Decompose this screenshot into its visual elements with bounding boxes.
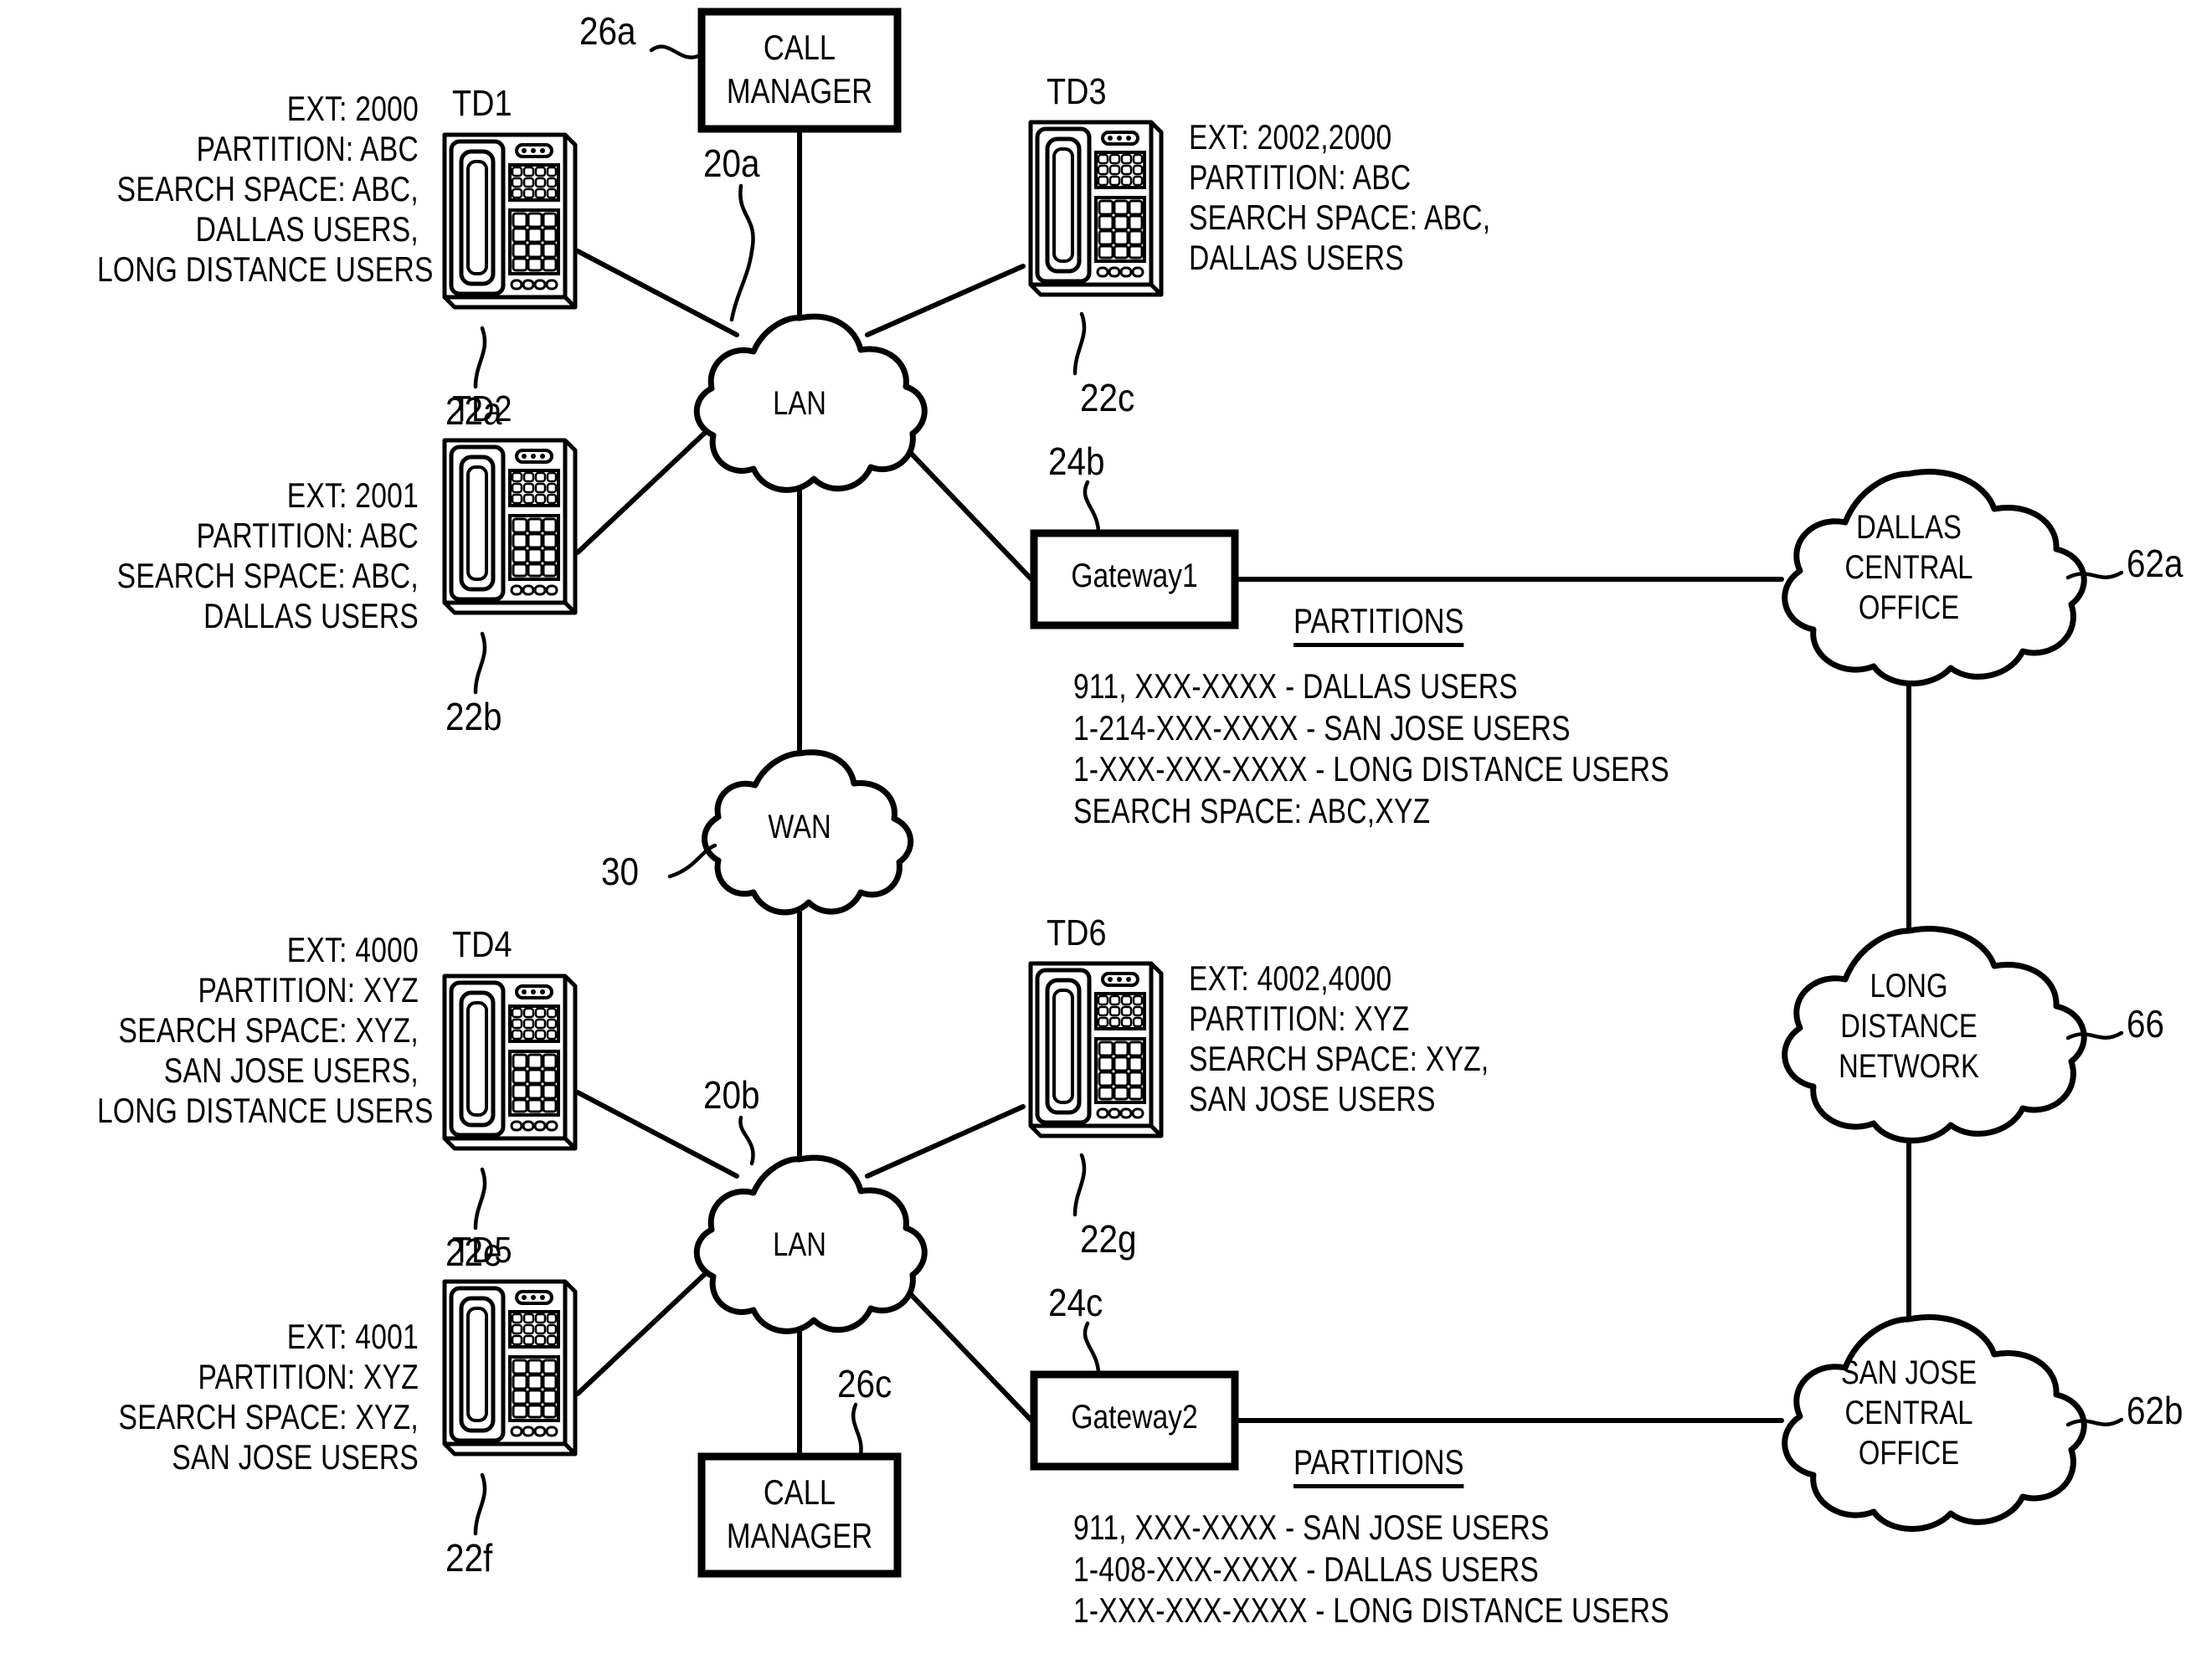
td1-info-line-4: LONG DISTANCE USERS: [97, 249, 434, 289]
td2-info-line-3: DALLAS USERS: [203, 595, 419, 635]
td1-name-label: TD1: [452, 83, 512, 124]
td2-info-line-2: SEARCH SPACE: ABC,: [116, 555, 419, 595]
td6-info-line-0: EXT: 4002,4000: [1189, 958, 1392, 998]
sanjose-co-line1: SAN JOSE: [1840, 1354, 1978, 1391]
td3-info-line-3: DALLAS USERS: [1189, 237, 1404, 277]
gateway2-label[interactable]: Gateway2: [1050, 1400, 1219, 1434]
ref-20a: 20a: [703, 141, 760, 185]
ref-66: 66: [2127, 1002, 2165, 1046]
td4-info-line-4: LONG DISTANCE USERS: [97, 1090, 434, 1130]
long-distance-line3: NETWORK: [1839, 1048, 1979, 1085]
td3-phone-icon: [1031, 122, 1161, 295]
gateway1-partitions-title: PARTITIONS: [1294, 601, 1464, 647]
td2-name-label: TD2: [452, 388, 512, 429]
td2-info-line-0: EXT: 2001: [286, 475, 419, 515]
td2-info-line-1: PARTITION: ABC: [196, 515, 419, 555]
ref-62b: 62b: [2127, 1389, 2183, 1432]
gateway1-label[interactable]: Gateway1: [1050, 559, 1219, 593]
td1-info-line-1: PARTITION: ABC: [196, 128, 419, 168]
gateway2-partitions-rows: 911, XXX-XXXX - SAN JOSE USERS 1-408-XXX…: [1073, 1507, 2078, 1631]
td6-info-line-1: PARTITION: XYZ: [1189, 998, 1410, 1038]
gateway2-partition-row-1: 1-408-XXX-XXXX - DALLAS USERS: [1073, 1549, 1539, 1589]
td5-info-line-2: SEARCH SPACE: XYZ,: [118, 1396, 419, 1436]
call-manager-bottom-label-line1: CALL: [763, 1472, 836, 1512]
sanjose-co-line2: CENTRAL: [1844, 1395, 1973, 1431]
td3-info-line-2: SEARCH SPACE: ABC,: [1189, 197, 1491, 237]
td2-phone-icon: [445, 440, 575, 613]
td1-info-line-3: DALLAS USERS,: [195, 208, 419, 249]
gateway2-partition-row-0: 911, XXX-XXXX - SAN JOSE USERS: [1073, 1508, 1550, 1547]
ref-22b: 22b: [445, 695, 502, 738]
ref-30: 30: [601, 850, 640, 893]
ref-62a: 62a: [2127, 542, 2183, 585]
dallas-co-line2: CENTRAL: [1844, 549, 1973, 586]
td4-info-line-1: PARTITION: XYZ: [198, 969, 419, 1010]
lan-top-label: LAN: [773, 385, 826, 422]
td4-name-label: TD4: [452, 924, 512, 965]
td3-info-line-1: PARTITION: ABC: [1189, 157, 1412, 197]
td1-info: EXT: 2000 PARTITION: ABC SEARCH SPACE: A…: [17, 89, 434, 289]
ref-24c: 24c: [1048, 1281, 1103, 1324]
call-manager-top-label-line2: MANAGER: [726, 71, 873, 110]
wan-label: WAN: [768, 809, 831, 845]
patent-figure: CALL MANAGER 26a CALL MANAGER 26c LAN 20…: [0, 0, 2191, 1680]
td3-name-label: TD3: [1047, 71, 1107, 112]
gateway2-partition-row-2: 1-XXX-XXX-XXXX - LONG DISTANCE USERS: [1073, 1590, 1669, 1631]
ref-24b: 24b: [1048, 439, 1105, 483]
call-manager-top-label-line1: CALL: [763, 28, 836, 67]
gateway2-partitions-title: PARTITIONS: [1294, 1442, 1464, 1488]
td5-name-label: TD5: [452, 1230, 512, 1271]
td6-info: EXT: 4002,4000 PARTITION: XYZ SEARCH SPA…: [1189, 958, 1825, 1119]
td1-info-line-2: SEARCH SPACE: ABC,: [116, 168, 419, 208]
call-manager-bottom-label-line2: MANAGER: [726, 1516, 873, 1555]
ref-22c: 22c: [1080, 376, 1135, 419]
td1-info-line-0: EXT: 2000: [286, 89, 419, 128]
sanjose-co-line3: OFFICE: [1858, 1435, 1960, 1472]
ref-22g: 22g: [1080, 1217, 1137, 1261]
td3-info: EXT: 2002,2000 PARTITION: ABC SEARCH SPA…: [1189, 117, 1825, 278]
td6-phone-icon: [1031, 963, 1161, 1136]
td6-name-label: TD6: [1047, 912, 1107, 953]
ref-26c: 26c: [837, 1362, 892, 1405]
gateway1-partition-row-3: SEARCH SPACE: ABC,XYZ: [1073, 790, 1431, 830]
ref-26a: 26a: [579, 9, 636, 53]
td6-info-line-3: SAN JOSE USERS: [1189, 1078, 1436, 1118]
td4-info-line-2: SEARCH SPACE: XYZ,: [118, 1010, 419, 1050]
gateway1-partition-row-2: 1-XXX-XXX-XXXX - LONG DISTANCE USERS: [1073, 749, 1669, 789]
td4-phone-icon: [445, 976, 575, 1148]
dallas-co-line1: DALLAS: [1856, 509, 1962, 546]
lan-bottom-label: LAN: [773, 1226, 826, 1263]
td4-info-line-0: EXT: 4000: [286, 930, 419, 969]
gateway1-partition-row-0: 911, XXX-XXXX - DALLAS USERS: [1073, 666, 1518, 706]
td5-phone-icon: [445, 1282, 575, 1454]
ref-22f: 22f: [445, 1536, 493, 1580]
long-distance-line1: LONG: [1870, 968, 1948, 1004]
gateway1-partitions-rows: 911, XXX-XXXX - DALLAS USERS 1-214-XXX-X…: [1073, 665, 2078, 831]
td1-phone-icon: [445, 135, 575, 307]
td5-info-line-3: SAN JOSE USERS: [172, 1436, 419, 1477]
long-distance-line2: DISTANCE: [1840, 1008, 1978, 1045]
td5-info-line-0: EXT: 4001: [286, 1317, 419, 1356]
td3-info-line-0: EXT: 2002,2000: [1189, 117, 1392, 157]
ref-20b: 20b: [703, 1073, 760, 1117]
td2-info: EXT: 2001 PARTITION: ABC SEARCH SPACE: A…: [17, 475, 419, 636]
td5-info: EXT: 4001 PARTITION: XYZ SEARCH SPACE: X…: [17, 1317, 419, 1477]
td5-info-line-1: PARTITION: XYZ: [198, 1356, 419, 1396]
td4-info: EXT: 4000 PARTITION: XYZ SEARCH SPACE: X…: [17, 930, 434, 1130]
gateway1-partition-row-1: 1-214-XXX-XXXX - SAN JOSE USERS: [1073, 707, 1571, 748]
dallas-co-line3: OFFICE: [1858, 589, 1960, 626]
td4-info-line-3: SAN JOSE USERS,: [163, 1050, 419, 1090]
td6-info-line-2: SEARCH SPACE: XYZ,: [1189, 1038, 1489, 1078]
